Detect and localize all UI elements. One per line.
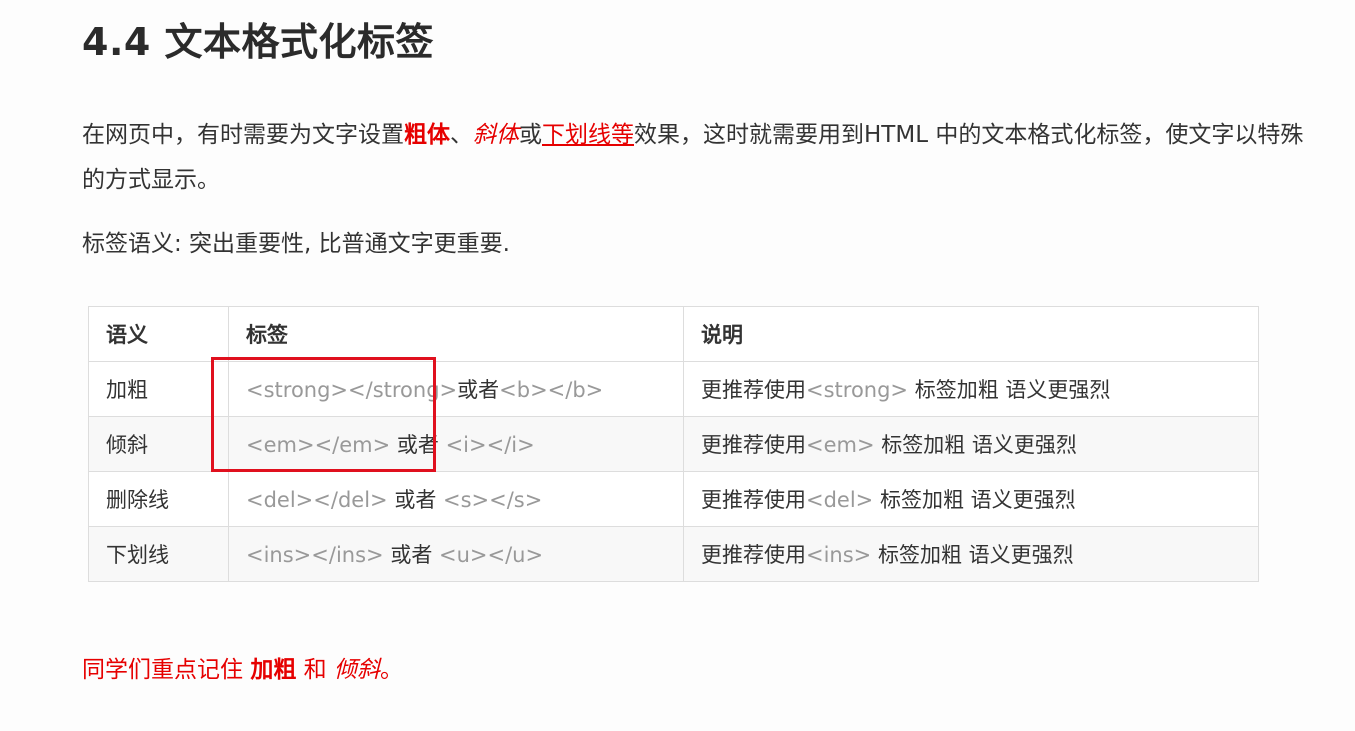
table-row: 删除线 <del></del> 或者 <s></s> 更推荐使用<del> 标签… [88,471,1259,527]
section-heading: 4.4 文本格式化标签 [82,20,435,64]
desc-suffix: 标签加粗 语义更强烈 [873,488,1076,512]
table-row: 下划线 <ins></ins> 或者 <u></u> 更推荐使用<ins> 标签… [88,526,1259,582]
cell-meaning: 删除线 [88,471,229,527]
header-description: 说明 [683,306,1259,362]
intro-bold-word: 粗体 [404,122,450,148]
tag-code-primary: <em></em> [246,433,391,457]
document-page: 4.4 文本格式化标签 在网页中，有时需要为文字设置粗体、斜体或下划线等效果，这… [0,0,1355,731]
tag-code-alt: <i></i> [445,433,535,457]
intro-separator-2: 或 [519,122,542,148]
footer-italic-word: 倾斜 [333,657,380,683]
cell-description: 更推荐使用<em> 标签加粗 语义更强烈 [683,416,1259,472]
cell-meaning: 倾斜 [88,416,229,472]
table-row: 倾斜 <em></em> 或者 <i></i> 更推荐使用<em> 标签加粗 语… [88,416,1259,472]
semantic-note: 标签语义: 突出重要性, 比普通文字更重要. [82,231,510,257]
or-text: 或者 [383,543,439,567]
cell-tag: <strong></strong>或者<b></b> [228,361,684,417]
cell-description: 更推荐使用<strong> 标签加粗 语义更强烈 [683,361,1259,417]
header-meaning: 语义 [88,306,229,362]
tag-code-primary: <strong></strong> [246,378,458,402]
desc-tag-code: <del> [806,488,874,512]
footer-bold-word: 加粗 [250,657,297,683]
cell-tag: <ins></ins> 或者 <u></u> [228,526,684,582]
tag-code-primary: <ins></ins> [246,543,384,567]
header-tag: 标签 [228,306,684,362]
or-text: 或者 [387,488,443,512]
footer-middle: 和 [296,657,334,683]
cell-tag: <del></del> 或者 <s></s> [228,471,684,527]
cell-description: 更推荐使用<ins> 标签加粗 语义更强烈 [683,526,1259,582]
tag-code-alt: <b></b> [499,378,604,402]
or-text: 或者 [390,433,446,457]
intro-text-1: 在网页中，有时需要为文字设置 [82,122,404,148]
desc-prefix: 更推荐使用 [701,488,806,512]
desc-suffix: 标签加粗 语义更强烈 [908,378,1111,402]
or-text: 或者 [457,378,500,402]
intro-underline-word: 下划线等 [542,122,634,148]
desc-suffix: 标签加粗 语义更强烈 [874,433,1077,457]
footer-note: 同学们重点记住 加粗 和 倾斜。 [82,648,403,693]
intro-paragraph: 在网页中，有时需要为文字设置粗体、斜体或下划线等效果，这时就需要用到HTML 中… [82,113,1312,203]
intro-italic-word: 斜体 [473,122,519,148]
desc-tag-code: <ins> [806,543,872,567]
tag-code-alt: <s></s> [443,488,543,512]
cell-meaning: 下划线 [88,526,229,582]
desc-prefix: 更推荐使用 [701,543,806,567]
footer-end: 。 [379,657,403,683]
desc-prefix: 更推荐使用 [701,378,806,402]
cell-meaning: 加粗 [88,361,229,417]
table-header-row: 语义 标签 说明 [88,306,1259,362]
intro-separator-1: 、 [450,122,473,148]
desc-suffix: 标签加粗 语义更强烈 [871,543,1074,567]
format-tags-table: 语义 标签 说明 加粗 <strong></strong>或者<b></b> 更… [88,306,1259,582]
footer-prefix: 同学们重点记住 [82,657,251,683]
tag-code-primary: <del></del> [246,488,388,512]
cell-tag: <em></em> 或者 <i></i> [228,416,684,472]
desc-prefix: 更推荐使用 [701,433,806,457]
desc-tag-code: <strong> [806,378,909,402]
cell-description: 更推荐使用<del> 标签加粗 语义更强烈 [683,471,1259,527]
tag-code-alt: <u></u> [439,543,544,567]
desc-tag-code: <em> [806,433,875,457]
table-row: 加粗 <strong></strong>或者<b></b> 更推荐使用<stro… [88,361,1259,417]
